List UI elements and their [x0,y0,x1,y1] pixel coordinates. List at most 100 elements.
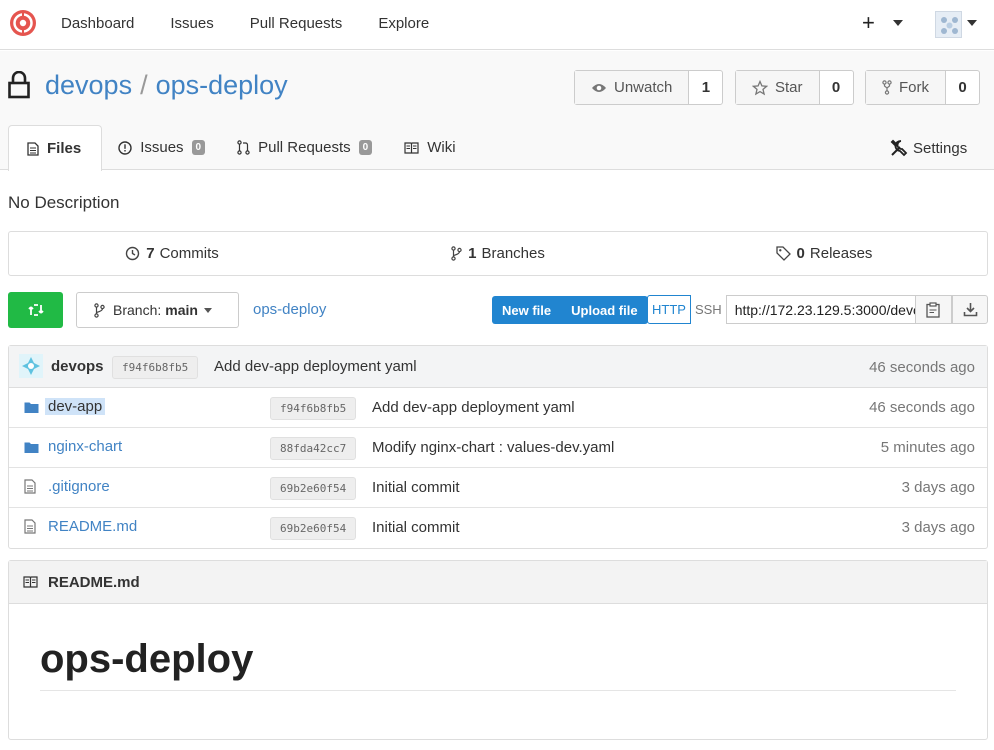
readme-heading: ops-deploy [40,637,254,681]
star-button-group: Star 0 [735,70,854,105]
tab-settings[interactable]: Settings [890,139,967,157]
commit-age: 46 seconds ago [869,359,975,376]
branches-stat[interactable]: 1 Branches [335,232,661,275]
book-icon [404,141,419,154]
branch-icon [94,302,105,318]
compare-button[interactable] [8,292,63,328]
file-commit-age: 3 days ago [901,519,975,536]
table-row[interactable]: .gitignore 69b2e60f54 Initial commit 3 d… [9,468,987,508]
file-commit-age: 5 minutes ago [880,439,975,456]
eye-icon [592,83,606,92]
file-name-link[interactable]: README.md [48,518,137,535]
table-row[interactable]: nginx-chart 88fda42cc7 Modify nginx-char… [9,428,987,468]
file-name-link[interactable]: .gitignore [48,478,110,495]
tab-pulls-label: Pull Requests [258,139,351,156]
repo-title: devops / ops-deploy [45,70,288,101]
tab-wiki[interactable]: Wiki [388,125,471,170]
chevron-down-icon[interactable] [893,20,903,26]
gogs-logo-icon[interactable] [8,8,38,38]
table-row[interactable]: dev-app f94f6b8fb5 Add dev-app deploymen… [9,388,987,428]
file-commit-sha[interactable]: 69b2e60f54 [270,477,357,500]
sync-icon [27,304,44,316]
file-name-link[interactable]: dev-app [45,398,106,415]
folder-icon [24,402,39,413]
tab-wiki-label: Wiki [427,139,456,156]
create-new-plus-icon[interactable]: + [862,10,875,36]
branches-label: Branches [481,245,545,262]
file-commit-sha[interactable]: f94f6b8fb5 [270,397,357,420]
path-breadcrumb[interactable]: ops-deploy [253,301,326,318]
lock-icon [8,71,30,99]
clipboard-icon [926,301,940,318]
fork-label: Fork [899,79,929,96]
clone-url-group: HTTP SSH http://172.23.129.5:3000/devops… [647,295,952,324]
branches-count: 1 [468,245,477,262]
file-text-icon [24,519,36,534]
commits-count: 7 [146,245,155,262]
upload-file-button[interactable]: Upload file [561,296,647,324]
unwatch-button[interactable]: Unwatch [575,71,690,104]
star-icon [752,79,768,95]
author-avatar[interactable] [19,354,43,378]
folder-icon [24,442,39,453]
releases-stat[interactable]: 0 Releases [661,232,987,275]
new-file-button[interactable]: New file [492,296,561,324]
file-commit-message[interactable]: Initial commit [372,479,460,496]
star-label: Star [775,79,803,96]
branch-name: main [165,302,198,318]
repo-owner-link[interactable]: devops [45,70,132,100]
releases-count: 0 [796,245,805,262]
http-protocol-button[interactable]: HTTP [647,295,691,324]
file-commit-message[interactable]: Modify nginx-chart : values-dev.yaml [372,439,614,456]
ssh-protocol-button[interactable]: SSH [691,295,726,324]
commits-stat[interactable]: 7 Commits [9,232,335,275]
download-button[interactable] [952,295,988,324]
table-row[interactable]: README.md 69b2e60f54 Initial commit 3 da… [9,508,987,548]
readme-divider [40,690,956,691]
nav-issues[interactable]: Issues [152,15,231,32]
commit-message[interactable]: Add dev-app deployment yaml [214,358,417,375]
commit-author[interactable]: devops [51,358,104,375]
file-name-link[interactable]: nginx-chart [48,438,122,455]
branch-dropdown[interactable]: Branch: main [76,292,239,328]
copy-clone-url-button[interactable] [915,295,952,324]
issues-count-badge: 0 [191,140,206,155]
fork-button-group: Fork 0 [865,70,980,105]
pulls-count-badge: 0 [358,140,373,155]
file-commit-sha[interactable]: 88fda42cc7 [270,437,357,460]
clone-url-input[interactable]: http://172.23.129.5:3000/devops/ops-depl… [725,295,916,324]
tab-files[interactable]: Files [8,125,103,171]
nav-dashboard[interactable]: Dashboard [43,15,152,32]
file-commit-message[interactable]: Initial commit [372,519,460,536]
file-commit-message[interactable]: Add dev-app deployment yaml [372,399,575,416]
chevron-down-icon [203,307,212,313]
repo-description: No Description [8,193,120,212]
commit-sha[interactable]: f94f6b8fb5 [112,356,199,379]
file-table: devops f94f6b8fb5 Add dev-app deployment… [8,345,988,549]
nav-explore[interactable]: Explore [360,15,447,32]
file-text-icon [24,479,36,494]
repo-separator: / [140,70,148,100]
file-commit-sha[interactable]: 69b2e60f54 [270,517,357,540]
repo-header: devops / ops-deploy Unwatch 1 Star 0 Fork … [0,51,994,171]
watch-count[interactable]: 1 [689,71,722,104]
star-button[interactable]: Star [736,71,820,104]
tab-issues[interactable]: Issues 0 [102,125,221,170]
nav-pull-requests[interactable]: Pull Requests [232,15,361,32]
chevron-down-icon[interactable] [967,20,977,26]
pull-request-icon [237,140,250,155]
releases-label: Releases [809,245,873,262]
star-count[interactable]: 0 [820,71,853,104]
fork-count[interactable]: 0 [946,71,979,104]
repo-name-link[interactable]: ops-deploy [156,70,288,100]
history-icon [126,246,140,261]
tab-pull-requests[interactable]: Pull Requests 0 [221,125,388,170]
latest-commit-row: devops f94f6b8fb5 Add dev-app deployment… [9,346,987,388]
fork-icon [882,80,892,95]
fork-button[interactable]: Fork [866,71,946,104]
tab-files-label: Files [47,140,82,157]
file-text-icon [27,141,39,156]
user-avatar[interactable] [935,11,962,38]
repo-tabs: Files Issues 0 Pull Requests 0 Wiki [8,125,472,171]
readme-filename: README.md [48,573,140,591]
